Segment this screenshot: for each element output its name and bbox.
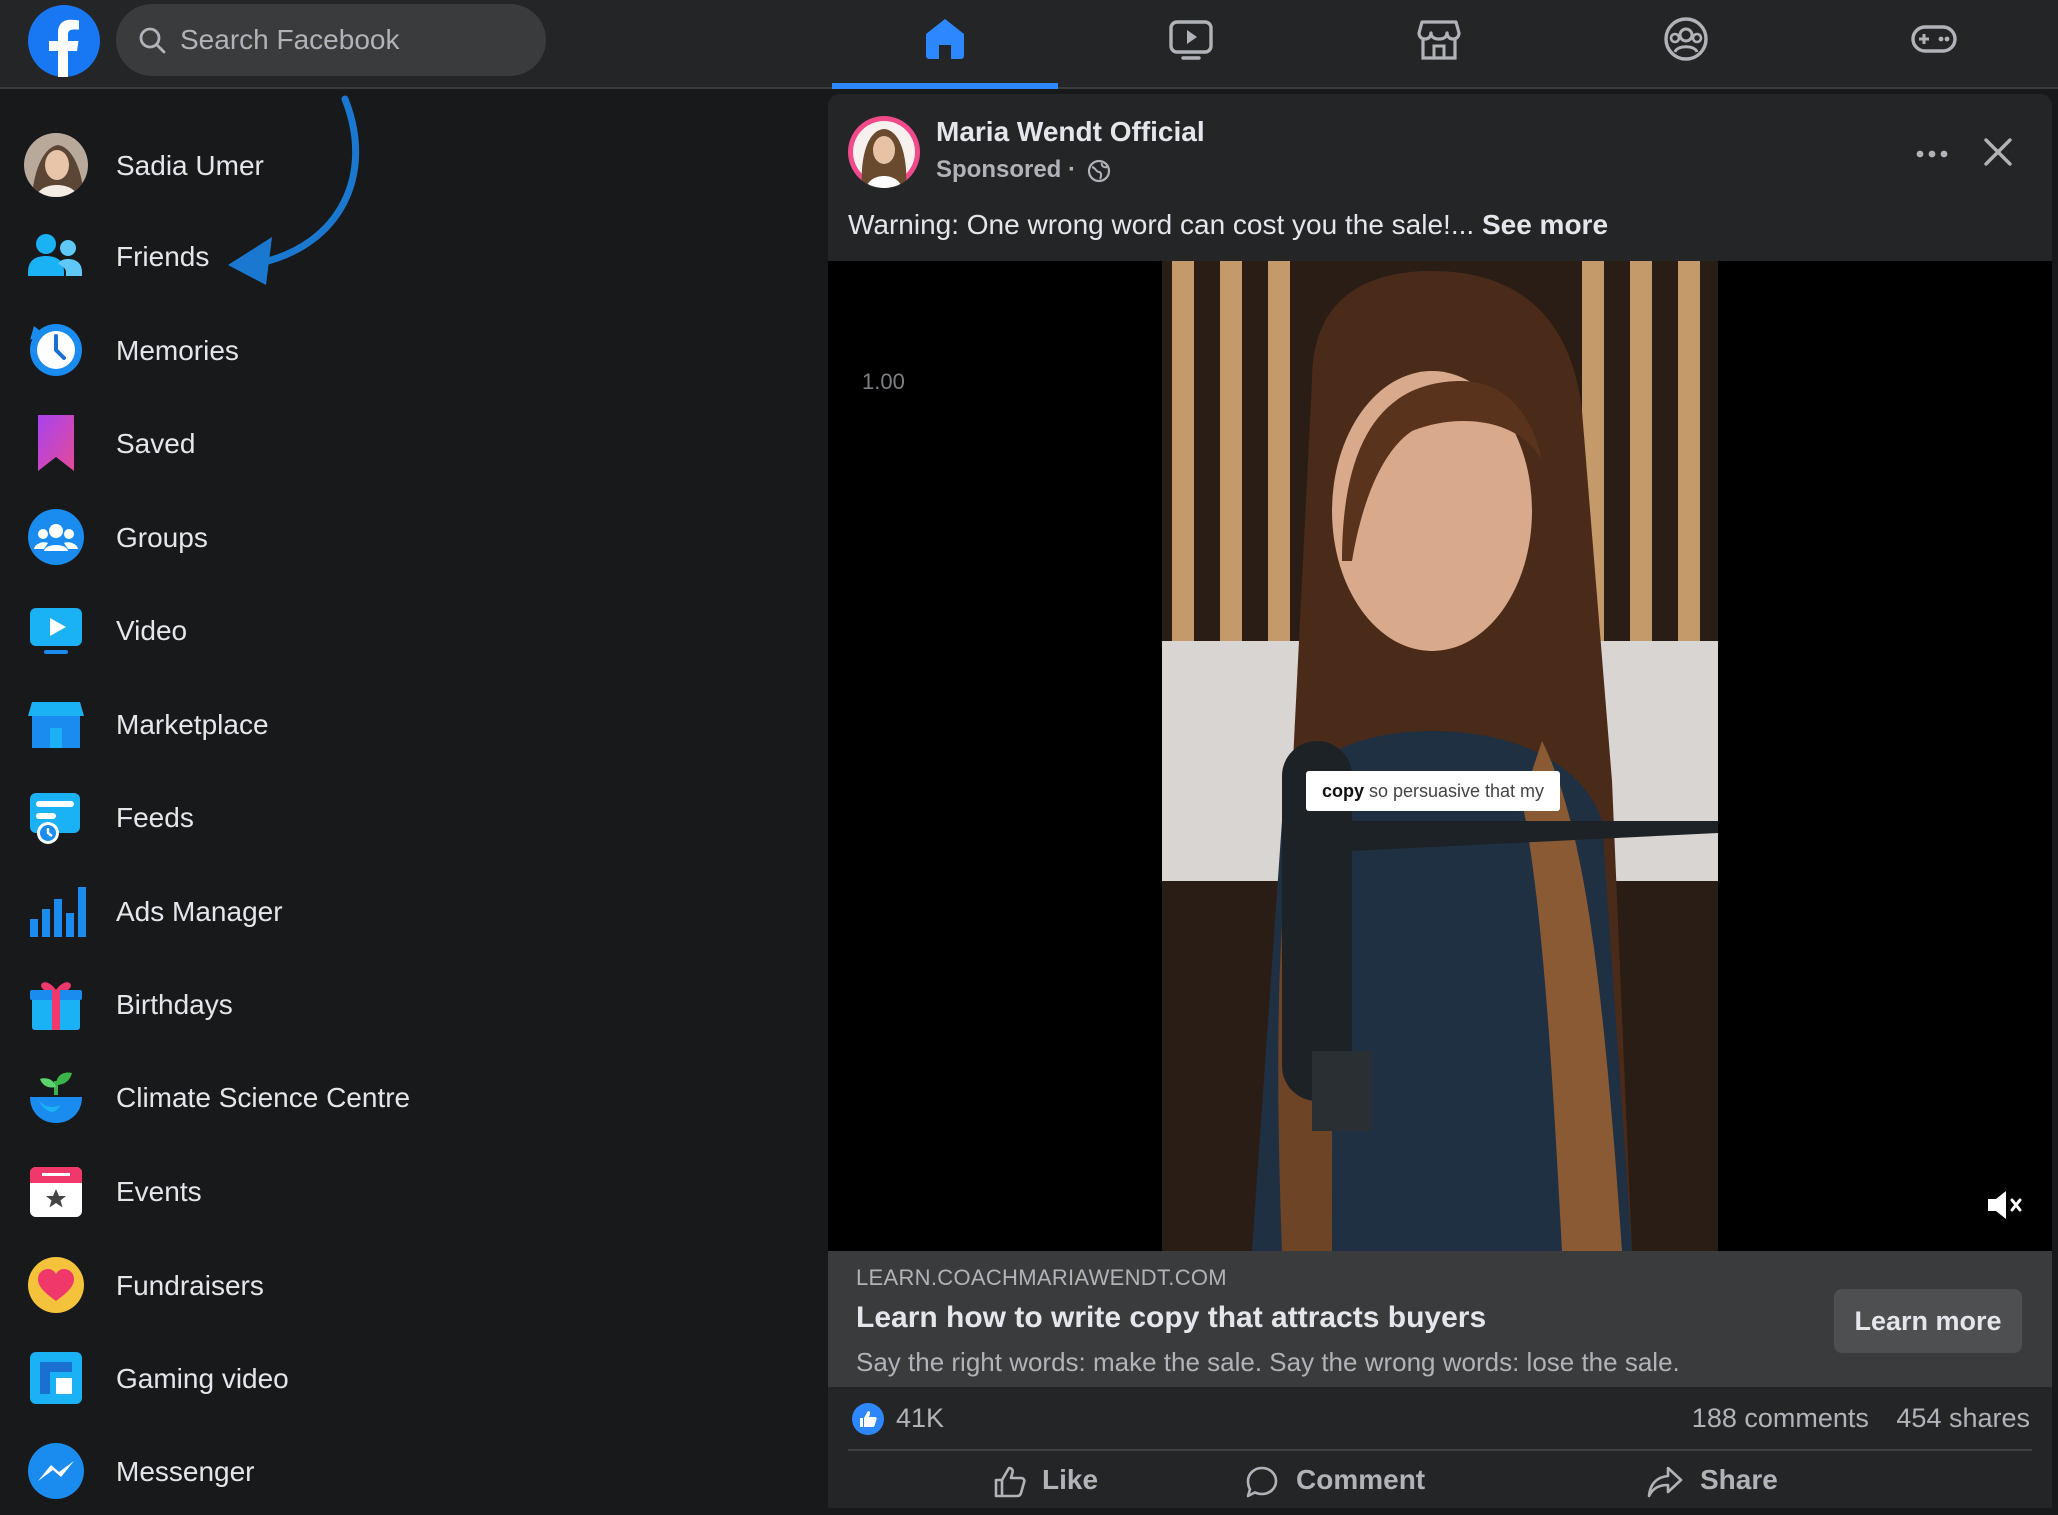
- caption-highlight: copy: [1321, 781, 1364, 801]
- sidebar-item-events[interactable]: Events: [24, 1149, 784, 1235]
- post-stats: 41K 188 comments 454 shares: [828, 1387, 2052, 1449]
- sidebar-items-layer: Sadia Umer Friends Memories Saved Groups…: [0, 0, 820, 1508]
- video-frame[interactable]: [1162, 261, 1718, 1251]
- share-label: Share: [1700, 1464, 1778, 1495]
- friends-icon: [28, 234, 82, 276]
- sidebar-item-saved[interactable]: Saved: [24, 401, 784, 487]
- video-player[interactable]: 1.00 copy so persuasive that my: [828, 261, 2052, 1251]
- sidebar-item-video[interactable]: Video: [24, 588, 784, 674]
- sidebar-item-groups[interactable]: Groups: [24, 495, 784, 581]
- sidebar-item-feeds[interactable]: Feeds: [24, 775, 784, 861]
- sidebar-item-label: Groups: [116, 522, 208, 553]
- watch-icon: [1169, 20, 1213, 60]
- sidebar-item-label: Events: [116, 1176, 202, 1207]
- sidebar-item-label: Climate Science Centre: [116, 1082, 411, 1113]
- mute-icon[interactable]: [1982, 1183, 2026, 1227]
- feed-post: Maria Wendt Official Sponsored · Warning…: [828, 94, 2052, 1508]
- like-label: Like: [1042, 1464, 1099, 1495]
- marketplace-icon: [28, 702, 84, 748]
- thumbs-up-icon: [994, 1466, 1026, 1498]
- more-options-icon[interactable]: [1908, 134, 1956, 174]
- memories-icon: [30, 324, 82, 376]
- marketplace-icon: [1417, 20, 1461, 60]
- gaming-video-icon: [30, 1352, 82, 1404]
- post-meta: Sponsored ·: [936, 156, 1111, 184]
- link-description: Say the right words: make the sale. Say …: [856, 1347, 1680, 1377]
- sidebar-item-label: Friends: [116, 241, 210, 272]
- video-icon: [30, 608, 82, 654]
- sidebar-item-friends[interactable]: Friends: [24, 214, 784, 300]
- messenger-icon: [28, 1443, 84, 1499]
- comment-icon: [1246, 1466, 1278, 1498]
- comment-label: Comment: [1296, 1464, 1426, 1495]
- events-icon: [30, 1167, 82, 1217]
- sidebar-item-label: Video: [116, 615, 188, 646]
- sidebar-item-ads-manager[interactable]: Ads Manager: [24, 869, 784, 955]
- sidebar-item-label: Memories: [116, 335, 239, 366]
- like-button[interactable]: Like: [828, 1452, 1220, 1508]
- nav-marketplace[interactable]: [1326, 0, 1552, 87]
- sidebar-item-label: Fundraisers: [116, 1270, 264, 1301]
- gaming-icon: [1911, 25, 1957, 53]
- sidebar-item-fundraisers[interactable]: Fundraisers: [24, 1243, 784, 1329]
- nav-gaming[interactable]: [1821, 0, 2047, 87]
- playback-speed: 1.00: [862, 369, 905, 394]
- nav-groups[interactable]: [1573, 0, 1799, 87]
- sidebar-item-marketplace[interactable]: Marketplace: [24, 682, 784, 768]
- sponsored-label: Sponsored ·: [936, 156, 1077, 183]
- sidebar-item-label: Birthdays: [116, 989, 233, 1020]
- close-icon[interactable]: [1976, 130, 2020, 174]
- birthdays-icon: [30, 982, 82, 1030]
- action-divider: [848, 1449, 2032, 1451]
- sidebar-item-label: Saved: [116, 428, 196, 459]
- sidebar-item-birthdays[interactable]: Birthdays: [24, 962, 784, 1048]
- sidebar-item-climate[interactable]: Climate Science Centre: [24, 1055, 784, 1141]
- saved-icon: [38, 415, 74, 471]
- like-count[interactable]: 41K: [896, 1387, 944, 1449]
- comment-button[interactable]: Comment: [1244, 1452, 1636, 1508]
- sidebar-item-label: Feeds: [116, 802, 194, 833]
- link-title[interactable]: Learn how to write copy that attracts bu…: [856, 1301, 1486, 1335]
- like-reaction-icon[interactable]: [852, 1403, 884, 1435]
- video-caption: copy so persuasive that my: [1306, 771, 1560, 811]
- comments-count[interactable]: 188 comments: [1692, 1403, 1869, 1433]
- sidebar-item-profile[interactable]: Sadia Umer: [24, 123, 784, 209]
- groups-icon: [28, 509, 84, 565]
- sidebar-item-label: Gaming video: [116, 1363, 289, 1394]
- sidebar-item-memories[interactable]: Memories: [24, 308, 784, 394]
- author-avatar[interactable]: [848, 116, 920, 188]
- sidebar-item-label: Ads Manager: [116, 896, 283, 927]
- share-icon: [1647, 1466, 1683, 1498]
- nav-watch[interactable]: [1078, 0, 1304, 87]
- groups-icon: [1664, 17, 1708, 61]
- sidebar-item-label: Marketplace: [116, 709, 269, 740]
- link-domain: LEARN.COACHMARIAWENDT.COM: [856, 1265, 1227, 1290]
- post-body: Warning: One wrong word can cost you the…: [848, 209, 1475, 240]
- link-preview[interactable]: LEARN.COACHMARIAWENDT.COM Learn how to w…: [828, 1251, 2052, 1387]
- shares-count[interactable]: 454 shares: [1896, 1403, 2030, 1433]
- ads-manager-icon: [30, 887, 86, 937]
- share-button[interactable]: Share: [1646, 1452, 2038, 1508]
- caption-text: so persuasive that my: [1368, 781, 1545, 801]
- post-author-name[interactable]: Maria Wendt Official: [936, 116, 1205, 148]
- sidebar-item-gaming-video[interactable]: Gaming video: [24, 1336, 784, 1422]
- learn-more-button[interactable]: Learn more: [1834, 1289, 2022, 1353]
- engagement-counts: 188 comments 454 shares: [1692, 1387, 2030, 1449]
- fundraisers-icon: [28, 1257, 84, 1313]
- avatar: [24, 133, 88, 197]
- feeds-icon: [30, 793, 80, 844]
- nav-home[interactable]: [832, 0, 1058, 89]
- sidebar-item-messenger[interactable]: Messenger: [24, 1429, 784, 1515]
- globe-icon: [1087, 159, 1110, 182]
- post-text: Warning: One wrong word can cost you the…: [848, 202, 1608, 248]
- home-icon: [926, 19, 964, 59]
- climate-icon: [30, 1072, 82, 1123]
- annotation-arrow-icon: [228, 95, 360, 285]
- sidebar-item-label: Messenger: [116, 1456, 255, 1487]
- see-more-link[interactable]: See more: [1482, 209, 1608, 240]
